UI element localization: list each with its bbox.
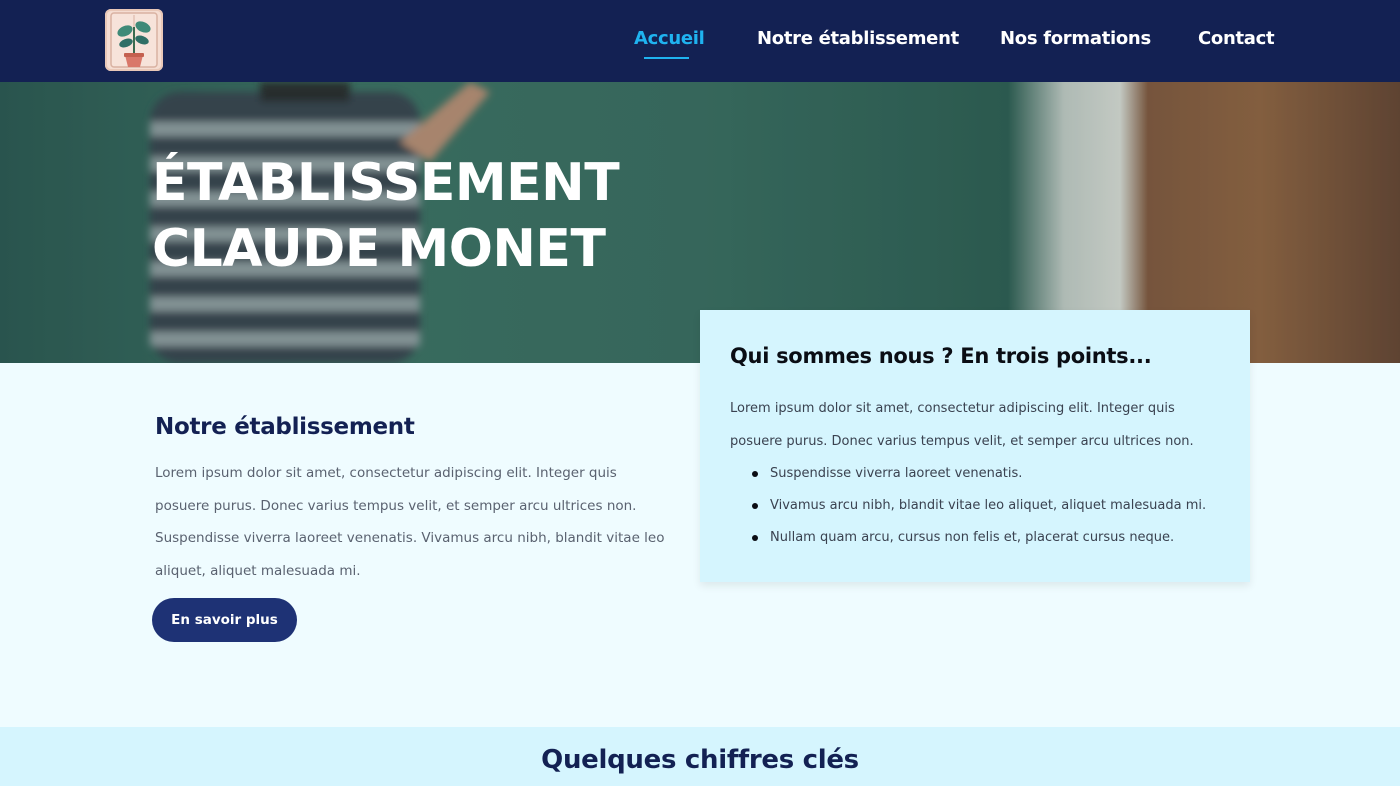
plant-book-icon[interactable] xyxy=(105,9,163,71)
list-item: Nullam quam arcu, cursus non felis et, p… xyxy=(752,522,1206,554)
nav-notre-etablissement[interactable]: Notre établissement xyxy=(757,28,959,49)
hero-title: ÉTABLISSEMENT CLAUDE MONET xyxy=(152,150,620,282)
card-title: Qui sommes nous ? En trois points... xyxy=(730,344,1152,368)
about-text: Lorem ipsum dolor sit amet, consectetur … xyxy=(155,465,665,579)
list-item: Suspendisse viverra laoreet venenatis. xyxy=(752,458,1206,490)
nav-contact[interactable]: Contact xyxy=(1198,28,1275,49)
hero-title-line2: CLAUDE MONET xyxy=(152,219,606,279)
bullet-icon xyxy=(752,535,758,541)
site-header: Accueil Notre établissement Nos formatio… xyxy=(0,0,1400,82)
about-title: Notre établissement xyxy=(155,414,415,440)
key-figures-section: Quelques chiffres clés xyxy=(0,727,1400,786)
list-item: Vivamus arcu nibh, blandit vitae leo ali… xyxy=(752,490,1206,522)
card-text: Lorem ipsum dolor sit amet, consectetur … xyxy=(730,401,1194,449)
hero-title-line1: ÉTABLISSEMENT xyxy=(152,153,620,213)
nav-accueil[interactable]: Accueil xyxy=(634,28,705,49)
three-points-card: Qui sommes nous ? En trois points... Lor… xyxy=(700,310,1250,582)
learn-more-button[interactable]: En savoir plus xyxy=(152,598,297,642)
key-figures-title: Quelques chiffres clés xyxy=(541,745,859,775)
bullet-icon xyxy=(752,503,758,509)
nav-nos-formations[interactable]: Nos formations xyxy=(1000,28,1151,49)
card-points-list: Suspendisse viverra laoreet venenatis. V… xyxy=(752,458,1206,554)
nav-active-underline xyxy=(644,57,689,59)
bullet-icon xyxy=(752,471,758,477)
